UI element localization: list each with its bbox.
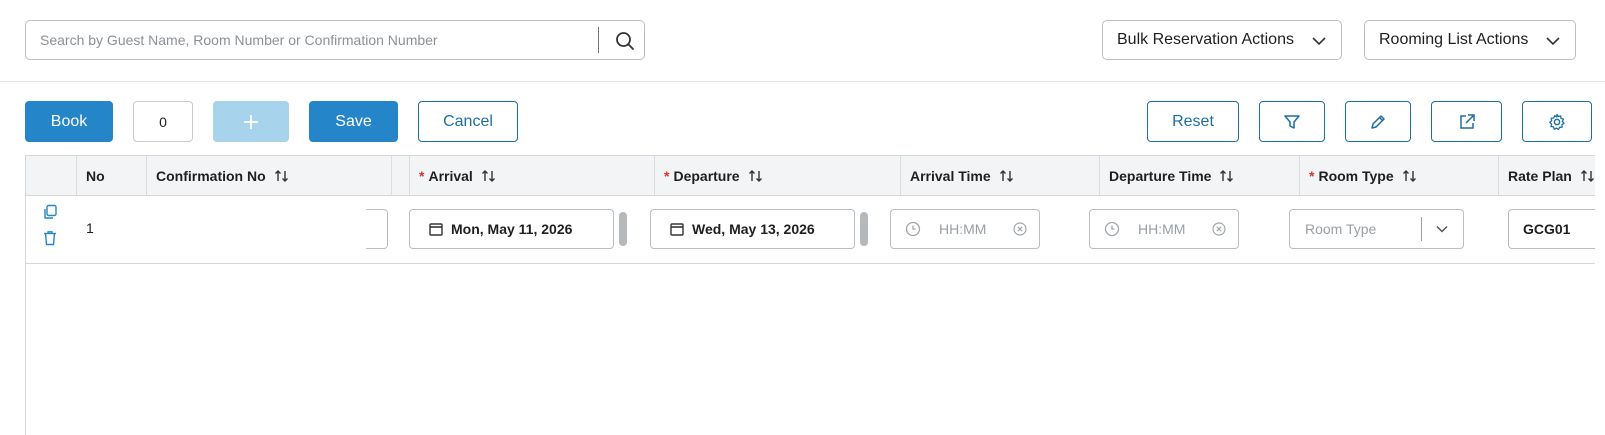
rate-plan-field[interactable]: GCG01 [1508, 209, 1595, 249]
column-header-no: No [76, 156, 146, 196]
row-number: 1 [86, 220, 94, 236]
reset-button[interactable]: Reset [1147, 101, 1239, 142]
sort-icon[interactable] [1402, 169, 1418, 183]
departure-date-field[interactable]: Wed, May 13, 2026 [650, 209, 855, 249]
sort-icon[interactable] [748, 169, 764, 183]
column-header-room-type[interactable]: * Room Type [1299, 156, 1498, 196]
column-header-arrival[interactable]: * Arrival [409, 156, 654, 196]
copy-icon[interactable] [42, 204, 58, 220]
search-box [25, 20, 645, 60]
save-button[interactable]: Save [309, 101, 398, 142]
column-header-arrival-time[interactable]: Arrival Time [900, 156, 1099, 196]
column-header-arrival-label: Arrival [428, 168, 473, 184]
chevron-down-icon [1435, 222, 1449, 236]
column-header-departure-time-label: Departure Time [1109, 168, 1212, 184]
external-link-icon [1458, 113, 1476, 131]
table-row: 1 Mon, May 11, 2026 Wed, May 13, 2026 HH… [26, 196, 1595, 264]
filter-button[interactable] [1259, 101, 1325, 142]
plus-icon [242, 113, 260, 131]
column-header-confirmation[interactable]: Confirmation No [146, 156, 391, 196]
trash-icon[interactable] [42, 230, 58, 246]
arrival-time-field[interactable]: HH:MM [890, 209, 1040, 249]
sort-icon[interactable] [481, 169, 497, 183]
book-count-field[interactable]: 0 [133, 101, 193, 142]
top-bar: Bulk Reservation Actions Rooming List Ac… [0, 0, 1605, 82]
rooming-list-actions-label: Rooming List Actions [1379, 31, 1529, 48]
pencil-icon [1369, 113, 1387, 131]
chevron-down-icon [1545, 33, 1561, 49]
filter-icon [1283, 113, 1301, 131]
search-input[interactable] [26, 21, 598, 59]
rate-plan-value: GCG01 [1523, 221, 1571, 237]
add-row-button[interactable] [213, 101, 289, 142]
search-icon [615, 31, 635, 51]
departure-date-value: Wed, May 13, 2026 [692, 221, 815, 237]
settings-button[interactable] [1522, 101, 1592, 142]
book-button-label: Book [50, 112, 88, 130]
sort-icon[interactable] [999, 169, 1015, 183]
column-header-confirmation-label: Confirmation No [156, 168, 266, 184]
book-button[interactable]: Book [25, 101, 113, 142]
arrival-date-value: Mon, May 11, 2026 [451, 221, 573, 237]
column-header-departure-time[interactable]: Departure Time [1099, 156, 1299, 196]
column-header-arrival-time-label: Arrival Time [910, 168, 991, 184]
search-button[interactable] [611, 27, 639, 55]
cancel-button[interactable]: Cancel [418, 101, 518, 142]
scroll-handle[interactable] [860, 212, 868, 246]
select-divider [1421, 217, 1422, 241]
book-count-value: 0 [159, 113, 167, 130]
save-button-label: Save [335, 112, 372, 130]
bulk-reservation-actions-label: Bulk Reservation Actions [1117, 31, 1294, 48]
reset-button-label: Reset [1172, 112, 1214, 130]
edit-button[interactable] [1345, 101, 1411, 142]
open-external-button[interactable] [1431, 101, 1502, 142]
column-header-no-label: No [86, 168, 105, 184]
calendar-icon [429, 222, 443, 236]
column-header-departure-label: Departure [673, 168, 740, 184]
departure-time-field[interactable]: HH:MM [1089, 209, 1239, 249]
hidden-column-field[interactable] [366, 209, 388, 249]
clock-icon [1104, 221, 1120, 237]
clear-icon[interactable] [1212, 222, 1226, 236]
scroll-handle[interactable] [619, 212, 627, 246]
required-marker: * [664, 168, 670, 184]
required-marker: * [419, 168, 425, 184]
required-marker: * [1309, 168, 1315, 184]
column-header-rate-plan[interactable]: Rate Plan [1498, 156, 1595, 196]
clock-icon [905, 221, 921, 237]
sort-icon[interactable] [274, 169, 290, 183]
clear-icon[interactable] [1013, 222, 1027, 236]
cancel-button-label: Cancel [443, 112, 493, 130]
room-type-select[interactable]: Room Type [1289, 209, 1464, 249]
rooming-list-actions-dropdown[interactable]: Rooming List Actions [1364, 20, 1576, 60]
bulk-reservation-actions-dropdown[interactable]: Bulk Reservation Actions [1102, 20, 1342, 60]
chevron-down-icon [1311, 33, 1327, 49]
arrival-time-placeholder: HH:MM [939, 221, 987, 237]
column-header-rate-plan-label: Rate Plan [1508, 168, 1572, 184]
room-type-placeholder: Room Type [1305, 221, 1377, 237]
sort-icon[interactable] [1219, 169, 1235, 183]
gear-icon [1548, 113, 1566, 131]
calendar-icon [670, 222, 684, 236]
column-header-departure[interactable]: * Departure [654, 156, 900, 196]
departure-time-placeholder: HH:MM [1138, 221, 1186, 237]
search-divider [598, 27, 599, 53]
column-header-room-type-label: Room Type [1318, 168, 1394, 184]
sort-icon[interactable] [1580, 169, 1595, 183]
reservations-grid: No Confirmation No * Arrival * Departure… [25, 155, 1595, 435]
arrival-date-field[interactable]: Mon, May 11, 2026 [409, 209, 614, 249]
